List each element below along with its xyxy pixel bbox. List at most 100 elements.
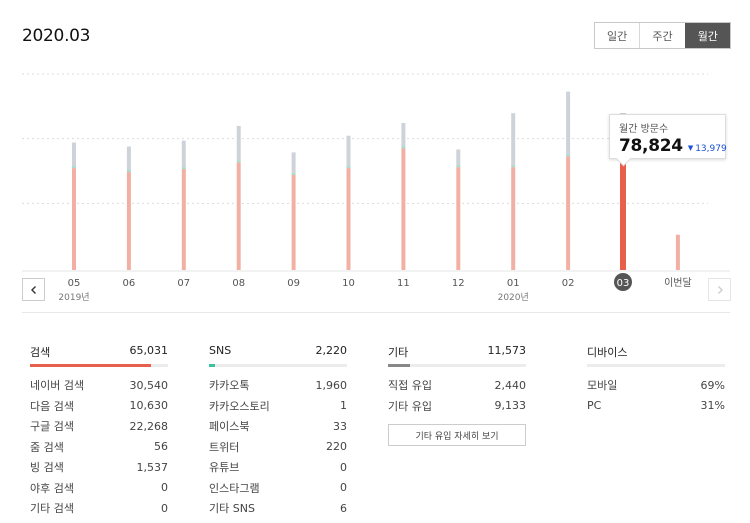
bar-other-11	[401, 122, 406, 147]
row-value: 0	[161, 481, 168, 495]
sns-title: SNS	[209, 344, 232, 357]
row-label: 구글 검색	[30, 420, 74, 434]
row-label: 직접 유입	[388, 379, 432, 393]
x-year-label: 2019년	[58, 292, 89, 303]
row-value: 1	[340, 399, 347, 413]
x-tick-label: 12	[452, 278, 465, 289]
list-item: 카카오톡 1,960	[209, 375, 347, 396]
bar-visits-05	[72, 168, 76, 270]
x-tick-label: 09	[287, 278, 300, 289]
list-item: 다음 검색 10,630	[30, 396, 168, 417]
row-value: 1,537	[136, 460, 169, 474]
row-label: 다음 검색	[30, 399, 74, 413]
row-value: 31%	[700, 399, 725, 413]
bar-other-05	[72, 142, 76, 167]
other-share-bar	[388, 364, 526, 367]
other-inflow-detail-button[interactable]: 기타 유입 자세히 보기	[388, 424, 526, 446]
chevron-right-icon	[717, 285, 723, 294]
tooltip-label: 월간 방문수	[619, 124, 669, 135]
bar-visits-11	[401, 148, 406, 270]
other-title: 기타	[388, 346, 409, 359]
list-item: 기타 검색 0	[30, 498, 168, 519]
chart-prev-button[interactable]	[22, 278, 45, 301]
x-tick-label: 03	[617, 278, 630, 289]
bar-separator-10	[346, 166, 351, 169]
list-item: 네이버 검색 30,540	[30, 375, 168, 396]
bar-other-02	[566, 91, 571, 155]
row-label: 줌 검색	[30, 440, 64, 454]
stats-other: 기타 11,573 직접 유입 2,440 기타 유입 9,133	[388, 344, 526, 416]
row-value: 30,540	[129, 378, 169, 392]
device-divider-bar	[587, 364, 725, 367]
x-tick-label: 02	[562, 278, 575, 289]
caret-down-icon: ▼	[687, 144, 694, 152]
bar-visits-02	[566, 156, 571, 270]
search-title: 검색	[30, 346, 51, 359]
row-label: 카카오스토리	[209, 399, 270, 413]
list-item: 직접 유입 2,440	[388, 375, 526, 396]
x-tick-label: 10	[342, 278, 355, 289]
row-value: 0	[340, 481, 347, 495]
sns-total: 2,220	[315, 344, 348, 357]
bar-other-10	[346, 135, 351, 167]
tooltip-delta: ▼ 13,979	[688, 144, 727, 154]
search-total: 65,031	[129, 344, 169, 357]
sns-share-bar	[209, 364, 347, 367]
bar-separator-11	[401, 146, 406, 149]
bar-visits-이번달	[675, 234, 680, 270]
bar-other-01	[511, 113, 516, 166]
sns-share-fill	[209, 364, 215, 367]
x-tick-label: 08	[232, 278, 245, 289]
row-value: 9,133	[494, 399, 527, 413]
list-item: 페이스북 33	[209, 416, 347, 437]
row-label: PC	[587, 399, 602, 413]
stats-sns: SNS 2,220 카카오톡 1,960 카카오스토리 1 페이스북 33 트위터 220…	[209, 344, 347, 519]
tooltip-value: 78,824	[619, 136, 683, 156]
chart-next-button[interactable]	[708, 278, 731, 301]
bar-visits-12	[456, 167, 461, 270]
x-tick-label: 05	[68, 278, 81, 289]
row-label: 페이스북	[209, 420, 250, 434]
bar-visits-09	[291, 174, 296, 270]
bar-separator-06	[126, 170, 131, 172]
list-item: 유튜브 0	[209, 457, 347, 478]
bar-separator-07	[181, 167, 186, 170]
stats-device: 디바이스 모바일 69% PC 31%	[587, 344, 725, 416]
list-item: PC 31%	[587, 396, 725, 417]
bar-other-07	[181, 140, 186, 168]
x-tick-label: 이번달	[664, 277, 692, 289]
bar-other-09	[291, 152, 296, 173]
bar-visits-06	[126, 172, 131, 270]
bar-other-12	[456, 149, 461, 166]
bar-separator-12	[456, 165, 461, 168]
list-item: 빙 검색 1,537	[30, 457, 168, 478]
list-item: 카카오스토리 1	[209, 396, 347, 417]
row-value: 0	[340, 460, 347, 474]
bar-visits-08	[236, 162, 241, 270]
bar-visits-10	[346, 168, 351, 270]
bar-other-06	[126, 146, 131, 170]
list-item: 기타 SNS 6	[209, 498, 347, 519]
bar-visits-01	[511, 167, 516, 270]
row-label: 인스타그램	[209, 481, 260, 495]
row-value: 220	[326, 440, 347, 454]
stats-search: 검색 65,031 네이버 검색 30,540 다음 검색 10,630 구글 검색 2…	[30, 344, 168, 519]
section-divider	[22, 312, 730, 313]
row-value: 10,630	[129, 399, 169, 413]
x-tick-label: 07	[177, 278, 190, 289]
device-title: 디바이스	[587, 346, 628, 359]
x-tick-label: 11	[397, 278, 410, 289]
search-share-bar	[30, 364, 168, 367]
list-item: 구글 검색 22,268	[30, 416, 168, 437]
row-value: 1,960	[315, 378, 348, 392]
row-value: 0	[161, 501, 168, 515]
row-value: 33	[333, 419, 347, 433]
row-label: 야후 검색	[30, 481, 74, 495]
row-label: 모바일	[587, 379, 618, 393]
row-label: 유튜브	[209, 461, 240, 475]
row-value: 56	[154, 440, 168, 454]
bar-separator-08	[236, 160, 241, 163]
row-label: 트위터	[209, 440, 240, 454]
tooltip-delta-value: 13,979	[695, 144, 727, 154]
x-tick-label: 01	[507, 278, 520, 289]
